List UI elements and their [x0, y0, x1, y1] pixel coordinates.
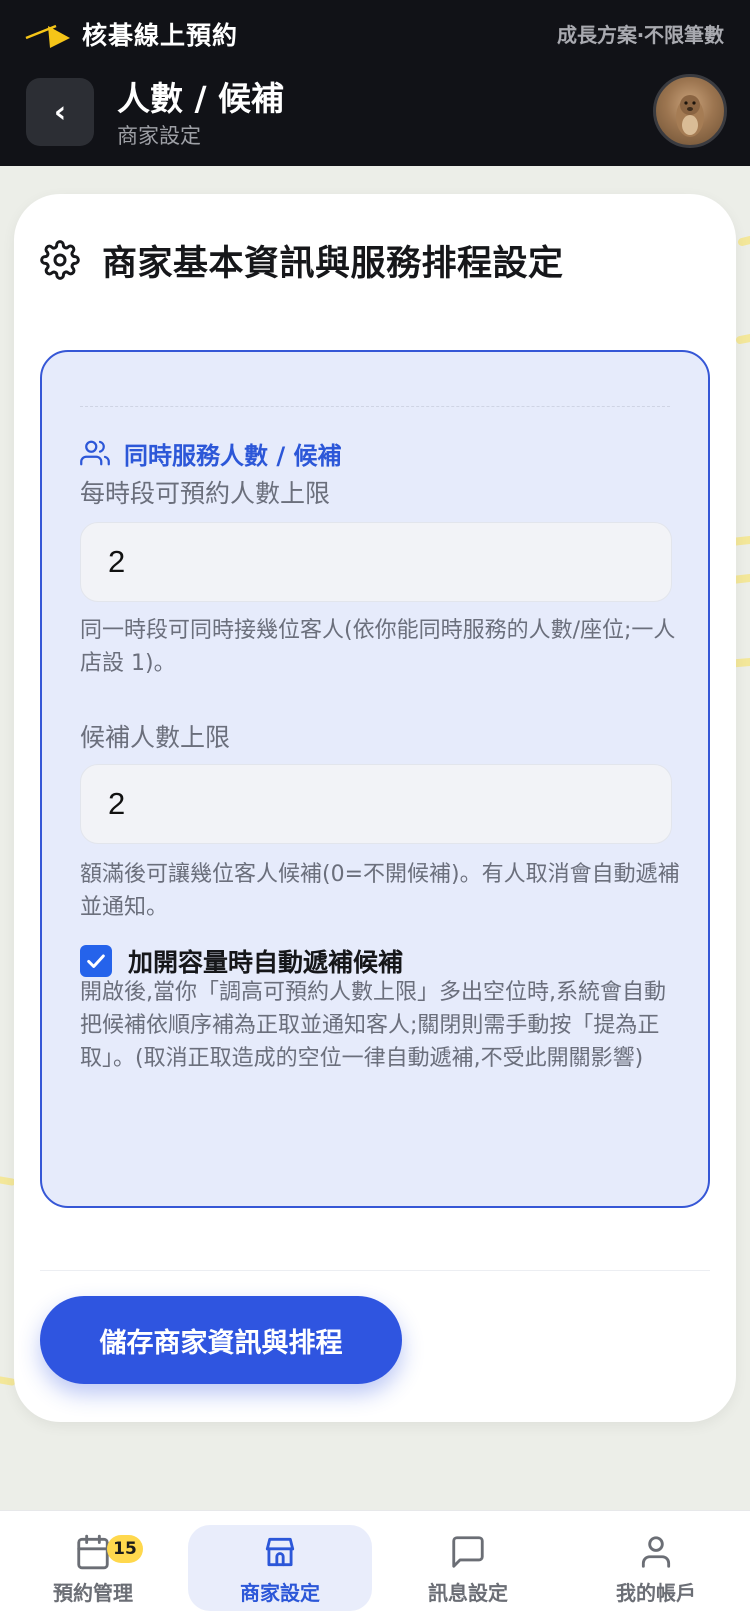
settings-card: 商家基本資訊與服務排程設定 同時服務人數 / 候補 每時段可預約人數上限 同一時… [14, 194, 736, 1422]
back-button[interactable]: ‹ [26, 78, 94, 146]
card-title: 商家基本資訊與服務排程設定 [102, 243, 564, 284]
store-icon [265, 1537, 295, 1567]
nav-label-account: 我的帳戶 [616, 1581, 696, 1605]
app-name: 核碁線上預約 [82, 21, 239, 50]
capacity-helper: 同一時段可同時接幾位客人(依你能同時服務的人數/座位;一人店設 1)。 [80, 618, 676, 676]
page-subtitle: 商家設定 [117, 124, 201, 148]
bottom-nav: 15 預約管理 商家設定 訊息設定 我的帳戶 [0, 1510, 750, 1624]
avatar[interactable] [653, 74, 727, 148]
nav-label-store-settings: 商家設定 [240, 1581, 320, 1605]
notification-badge: 15 [107, 1535, 143, 1563]
page-title: 人數 / 候補 [117, 79, 285, 118]
nav-item-bookings[interactable]: 15 預約管理 [1, 1525, 185, 1611]
auto-fill-helper: 開啟後,當你「調高可預約人數上限」多出空位時,系統會自動把候補依順序補為正取並通… [80, 980, 666, 1071]
nav-label-bookings: 預約管理 [53, 1581, 133, 1605]
chevron-left-icon: ‹ [53, 94, 67, 130]
brand-logo-icon [25, 24, 70, 48]
nav-item-message-settings[interactable]: 訊息設定 [376, 1525, 560, 1611]
waitlist-input[interactable] [80, 764, 672, 844]
plan-label: 成長方案‧不限筆數 [557, 23, 724, 47]
top-bar: 核碁線上預約 成長方案‧不限筆數 ‹ 人數 / 候補 商家設定 [0, 0, 750, 166]
auto-fill-option: 加開容量時自動遞補候補 [80, 944, 403, 978]
nav-item-account[interactable]: 我的帳戶 [564, 1525, 748, 1611]
chat-bubble-icon [452, 1536, 484, 1568]
capacity-panel: 同時服務人數 / 候補 每時段可預約人數上限 同一時段可同時接幾位客人(依你能同… [40, 350, 710, 1208]
waitlist-label: 候補人數上限 [80, 723, 231, 752]
check-icon [87, 954, 105, 968]
divider [40, 1270, 710, 1271]
nav-label-message-settings: 訊息設定 [428, 1581, 508, 1605]
dashed-divider [80, 406, 670, 407]
nav-item-store-settings[interactable]: 商家設定 [188, 1525, 372, 1611]
user-icon [641, 1536, 671, 1568]
brand: 核碁線上預約 [24, 14, 238, 54]
calendar-icon [77, 1534, 109, 1570]
users-icon [80, 440, 110, 466]
save-button[interactable]: 儲存商家資訊與排程 [40, 1296, 402, 1384]
auto-fill-checkbox[interactable] [80, 945, 112, 977]
card-header: 商家基本資訊與服務排程設定 [40, 236, 564, 284]
gear-icon [40, 240, 80, 280]
capacity-label: 每時段可預約人數上限 [80, 479, 331, 508]
avatar-image [676, 95, 704, 137]
capacity-input[interactable] [80, 522, 672, 602]
section-label: 同時服務人數 / 候補 [80, 436, 341, 470]
waitlist-helper: 額滿後可讓幾位客人候補(0=不開候補)。有人取消會自動遞補並通知。 [80, 862, 680, 920]
section-title: 同時服務人數 / 候補 [124, 441, 342, 470]
auto-fill-label[interactable]: 加開容量時自動遞補候補 [128, 943, 403, 979]
